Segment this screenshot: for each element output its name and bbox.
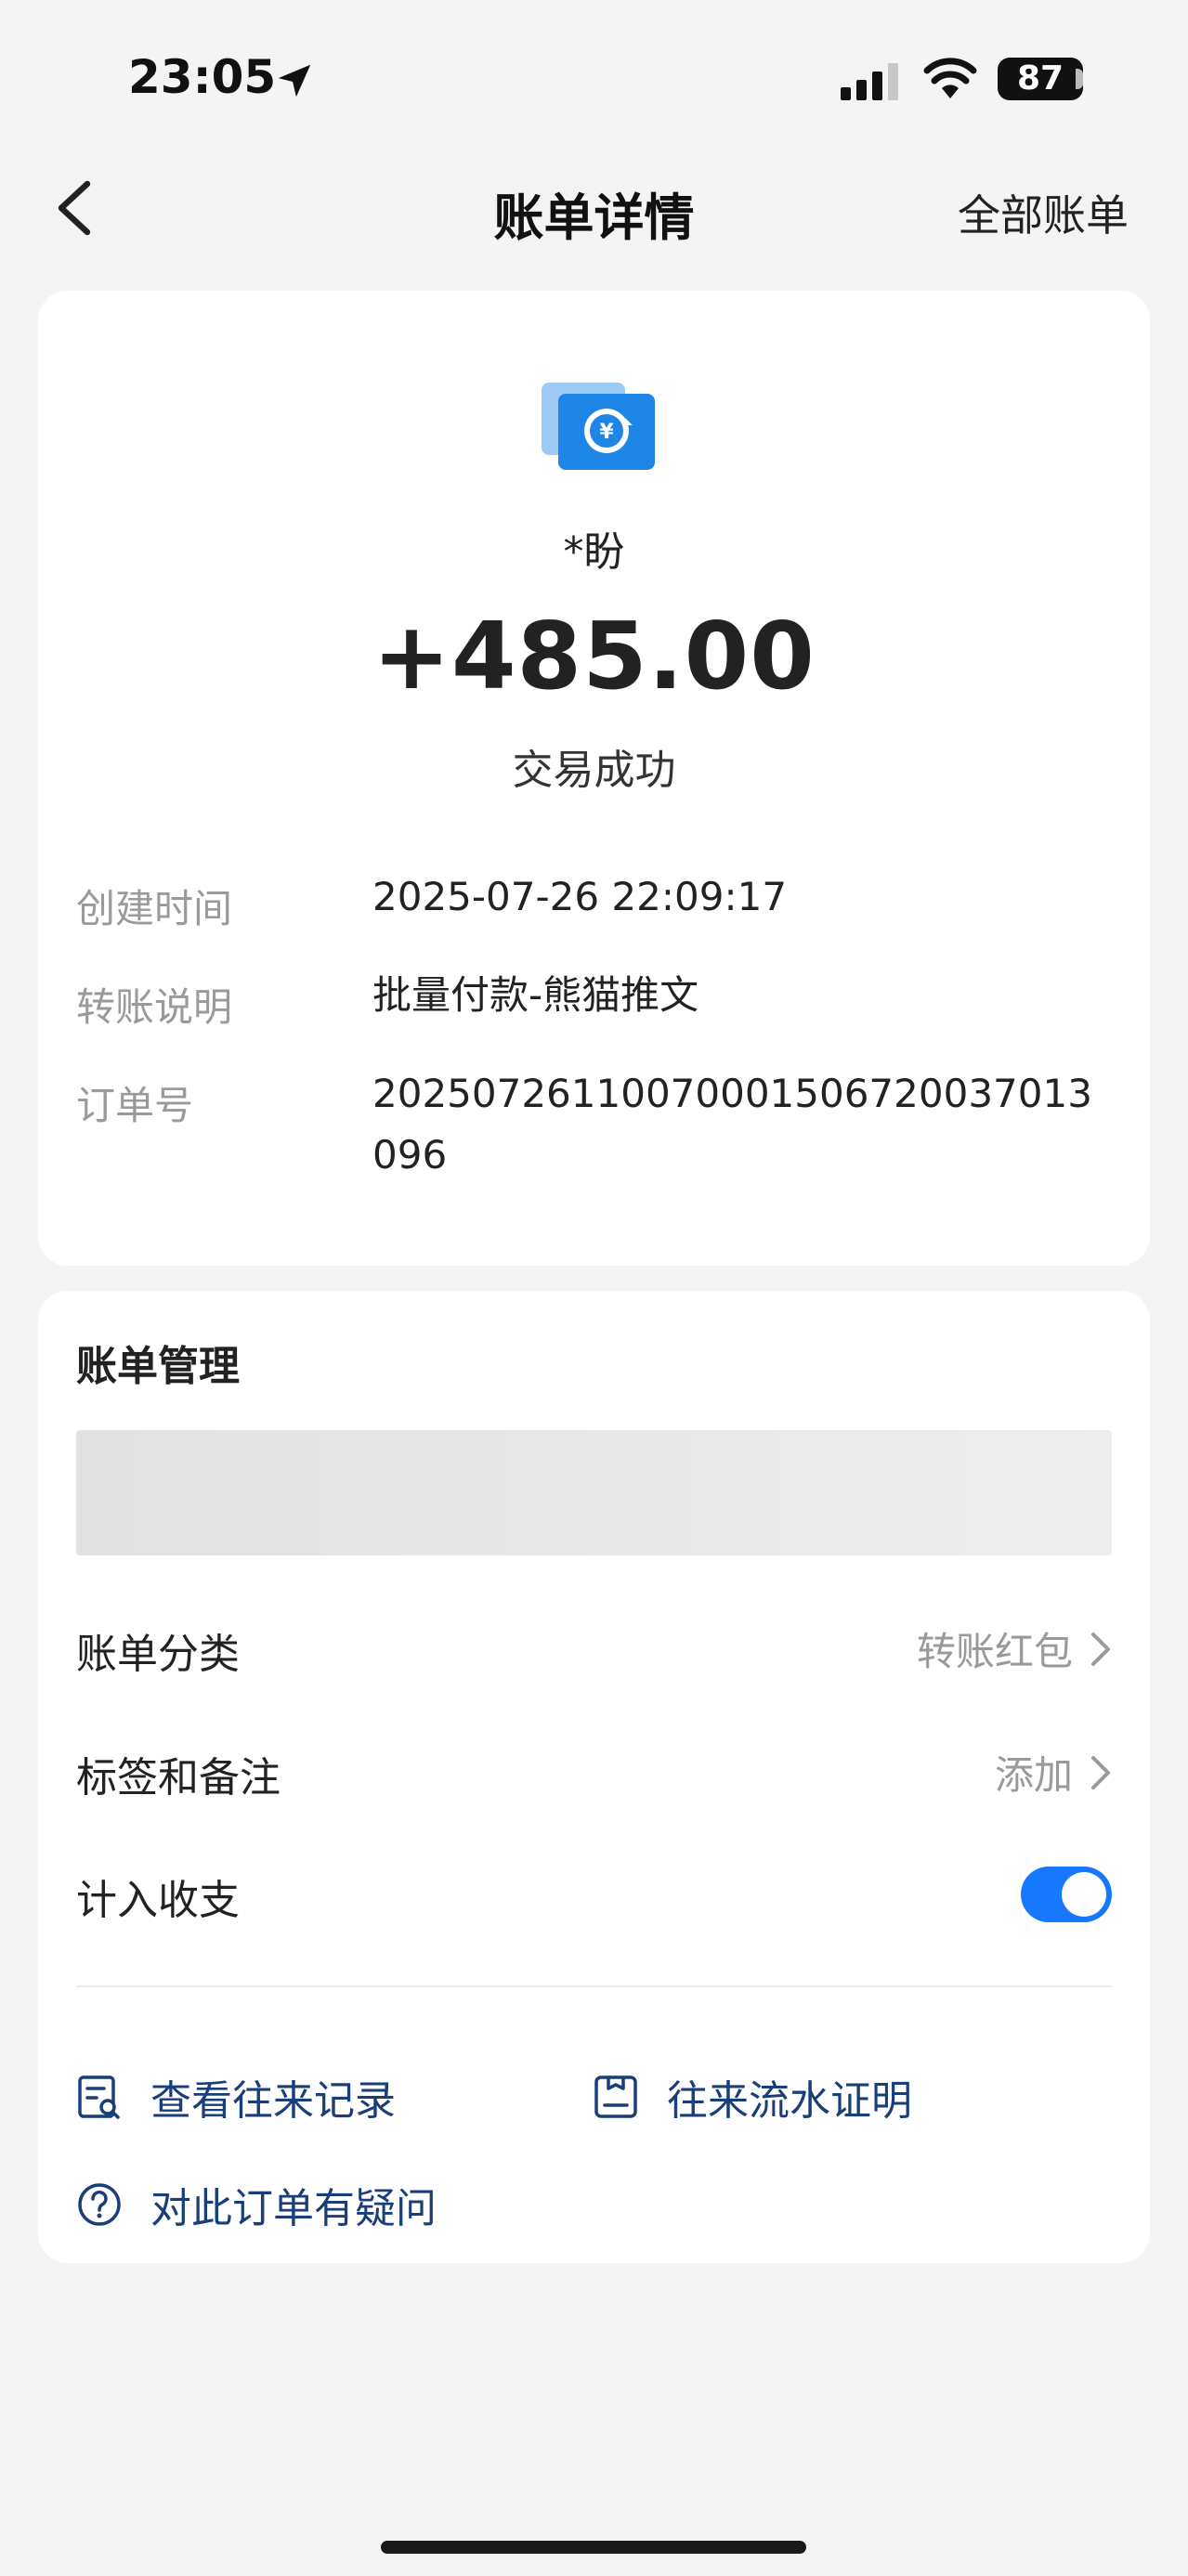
tags-notes-label: 标签和备注: [76, 1754, 281, 1802]
view-records-label: 查看往来记录: [150, 2077, 396, 2125]
status-time: 23:05: [128, 50, 277, 104]
home-indicator[interactable]: [381, 2541, 806, 2554]
battery-indicator: 87: [998, 58, 1083, 100]
transfer-yuan-icon: ¥: [542, 383, 655, 470]
chevron-right-icon: [1091, 1755, 1110, 1789]
placeholder-banner: [76, 1430, 1112, 1555]
chevron-right-icon: [1091, 1632, 1110, 1666]
location-arrow-icon: [278, 64, 311, 98]
document-search-icon: [78, 2075, 120, 2119]
question-circle-icon: [78, 2183, 121, 2226]
nav-bar: 账单详情 全部账单: [0, 158, 1188, 260]
transaction-amount: +485.00: [372, 602, 816, 710]
wifi-icon: [923, 58, 977, 98]
transaction-status: 交易成功: [512, 747, 676, 794]
transaction-card: ¥ *盼 +485.00 交易成功 创建时间 2025-07-26 22:09:…: [38, 291, 1150, 1266]
transfer-note-label: 转账说明: [76, 984, 233, 1030]
include-in-balance-toggle[interactable]: [1021, 1867, 1112, 1922]
payer-name: *盼: [563, 528, 625, 576]
bill-category-value: 转账红包: [916, 1629, 1073, 1674]
battery-cap: [1076, 69, 1083, 89]
status-bar: 23:05 87: [0, 0, 1188, 139]
created-time-value: 2025-07-26 22:09:17: [372, 874, 788, 919]
order-question-link[interactable]: 对此订单有疑问: [76, 2175, 437, 2234]
transaction-statement-link[interactable]: 往来流水证明: [593, 2067, 912, 2127]
transfer-note-value: 批量付款-熊猫推文: [372, 972, 699, 1018]
statement-document-icon: [594, 2075, 637, 2118]
all-bills-link[interactable]: 全部账单: [958, 182, 1129, 243]
divider: [76, 1985, 1112, 1987]
tags-notes-row[interactable]: 添加: [995, 1744, 1112, 1801]
svg-text:¥: ¥: [599, 421, 614, 444]
include-in-balance-label: 计入收支: [76, 1877, 240, 1924]
view-records-link[interactable]: 查看往来记录: [76, 2067, 396, 2127]
order-number-label: 订单号: [76, 1083, 194, 1128]
toggle-knob: [1062, 1872, 1106, 1917]
order-question-label: 对此订单有疑问: [150, 2185, 437, 2232]
created-time-label: 创建时间: [76, 886, 233, 931]
bill-management-card: 账单管理 账单分类 转账红包 标签和备注 添加 计入收支 查看往来记录 往来流水…: [38, 1291, 1150, 2263]
tags-notes-value: 添加: [994, 1752, 1073, 1798]
cellular-signal-icon: [841, 63, 898, 100]
section-title: 账单管理: [76, 1343, 240, 1390]
bill-category-row[interactable]: 转账红包: [917, 1620, 1112, 1677]
order-number-value[interactable]: 20250726110070001506720037013096: [372, 1063, 1116, 1186]
bill-category-label: 账单分类: [76, 1631, 240, 1678]
transaction-statement-label: 往来流水证明: [667, 2077, 912, 2125]
